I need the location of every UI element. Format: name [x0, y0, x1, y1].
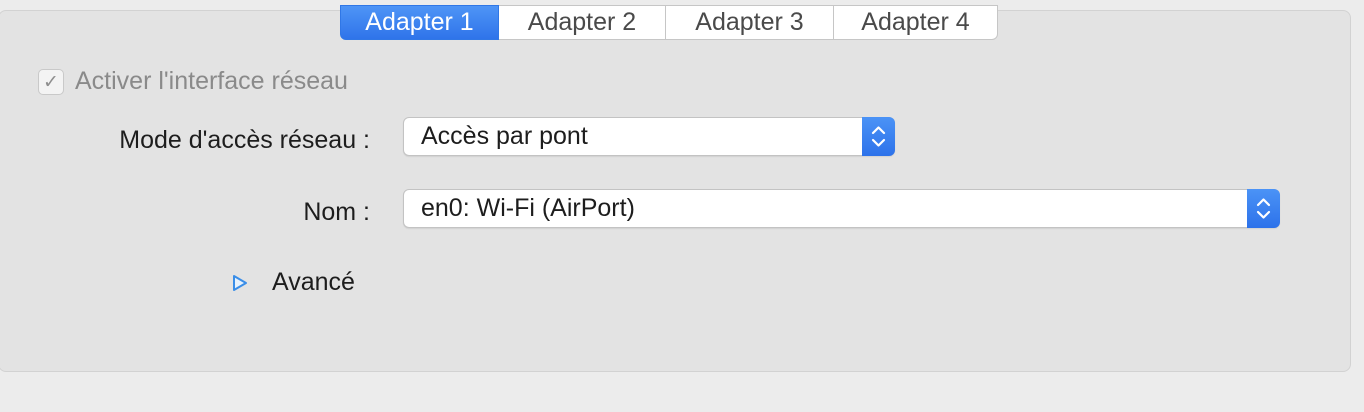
tab-adapter-2[interactable]: Adapter 2 — [499, 5, 666, 40]
updown-chevron-icon[interactable] — [1247, 189, 1280, 228]
network-mode-value: Accès par pont — [421, 122, 588, 150]
network-mode-select[interactable]: Accès par pont — [403, 117, 895, 156]
enable-interface-label: Activer l'interface réseau — [75, 67, 348, 95]
tab-adapter-3[interactable]: Adapter 3 — [666, 5, 834, 40]
adapter-tab-bar: Adapter 1 Adapter 2 Adapter 3 Adapter 4 — [340, 5, 998, 40]
name-select[interactable]: en0: Wi-Fi (AirPort) — [403, 189, 1280, 228]
updown-chevron-icon[interactable] — [862, 117, 895, 156]
tab-adapter-4[interactable]: Adapter 4 — [834, 5, 998, 40]
network-mode-label: Mode d'accès réseau : — [119, 126, 370, 154]
tab-adapter-1[interactable]: Adapter 1 — [340, 5, 499, 40]
disclosure-triangle-right-icon[interactable] — [232, 274, 248, 292]
enable-interface-row[interactable]: ✓ Activer l'interface réseau — [38, 67, 348, 96]
network-settings-window: Adapter 1 Adapter 2 Adapter 3 Adapter 4 … — [0, 0, 1364, 412]
name-label: Nom : — [303, 198, 370, 226]
name-value: en0: Wi-Fi (AirPort) — [421, 194, 635, 222]
advanced-disclosure[interactable]: Avancé — [232, 268, 355, 297]
enable-interface-checkbox[interactable]: ✓ — [38, 68, 64, 95]
advanced-label: Avancé — [272, 268, 355, 296]
